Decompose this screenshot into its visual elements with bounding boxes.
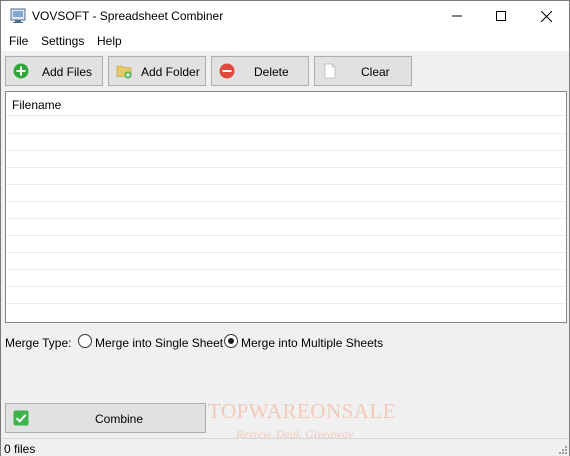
close-button[interactable] [523, 1, 569, 31]
clear-label: Clear [361, 65, 390, 79]
window-title: VOVSOFT - Spreadsheet Combiner [32, 9, 224, 23]
grid-line [6, 252, 566, 253]
add-circle-icon [13, 63, 29, 79]
maximize-button[interactable] [478, 1, 524, 31]
clear-button[interactable]: Clear [314, 56, 412, 86]
grid-line [6, 201, 566, 202]
grid-line [6, 150, 566, 151]
merge-type-label: Merge Type: [5, 336, 72, 350]
combine-button[interactable]: Combine [5, 403, 206, 433]
file-list[interactable]: Filename [5, 91, 567, 323]
remove-circle-icon [219, 63, 235, 79]
file-count-status: 0 files [4, 442, 36, 456]
watermark-main-text: TOPWAREONSALE [208, 399, 397, 423]
add-folder-button[interactable]: Add Folder [108, 56, 206, 86]
grid-line [6, 218, 566, 219]
merge-single-sheet-radio[interactable] [78, 334, 92, 348]
combine-label: Combine [95, 412, 144, 426]
menu-bar: File Settings Help [1, 31, 569, 51]
maximize-icon [496, 11, 506, 21]
blank-document-icon [324, 63, 336, 79]
grid-line [6, 133, 566, 134]
grid-line [6, 235, 566, 236]
grid-line [6, 269, 566, 270]
folder-add-icon [116, 65, 132, 79]
checkmark-icon [13, 410, 29, 426]
grid-line [6, 286, 566, 287]
menu-settings[interactable]: Settings [41, 34, 84, 48]
app-icon [10, 8, 26, 23]
filename-column-header: Filename [12, 98, 62, 112]
grid-line [6, 184, 566, 185]
add-files-button[interactable]: Add Files [5, 56, 103, 86]
menu-file[interactable]: File [9, 34, 28, 48]
minimize-button[interactable] [434, 1, 480, 31]
status-bar: 0 files [1, 438, 569, 456]
grid-line [6, 167, 566, 168]
app-window: VOVSOFT - Spreadsheet Combiner File Sett… [0, 0, 570, 456]
menu-help[interactable]: Help [97, 34, 122, 48]
file-list-header[interactable]: Filename [6, 92, 566, 116]
title-bar[interactable]: VOVSOFT - Spreadsheet Combiner [1, 1, 569, 31]
delete-label: Delete [254, 65, 289, 79]
add-folder-label: Add Folder [141, 65, 200, 79]
grid-line [6, 303, 566, 304]
merge-single-sheet-label[interactable]: Merge into Single Sheet [95, 336, 223, 350]
merge-multiple-sheets-label[interactable]: Merge into Multiple Sheets [241, 336, 383, 350]
delete-button[interactable]: Delete [211, 56, 309, 86]
add-files-label: Add Files [42, 65, 93, 79]
close-icon [540, 10, 552, 22]
minimize-icon [452, 15, 462, 17]
merge-multiple-sheets-radio[interactable] [224, 334, 238, 348]
resize-grip-icon[interactable] [557, 444, 567, 454]
